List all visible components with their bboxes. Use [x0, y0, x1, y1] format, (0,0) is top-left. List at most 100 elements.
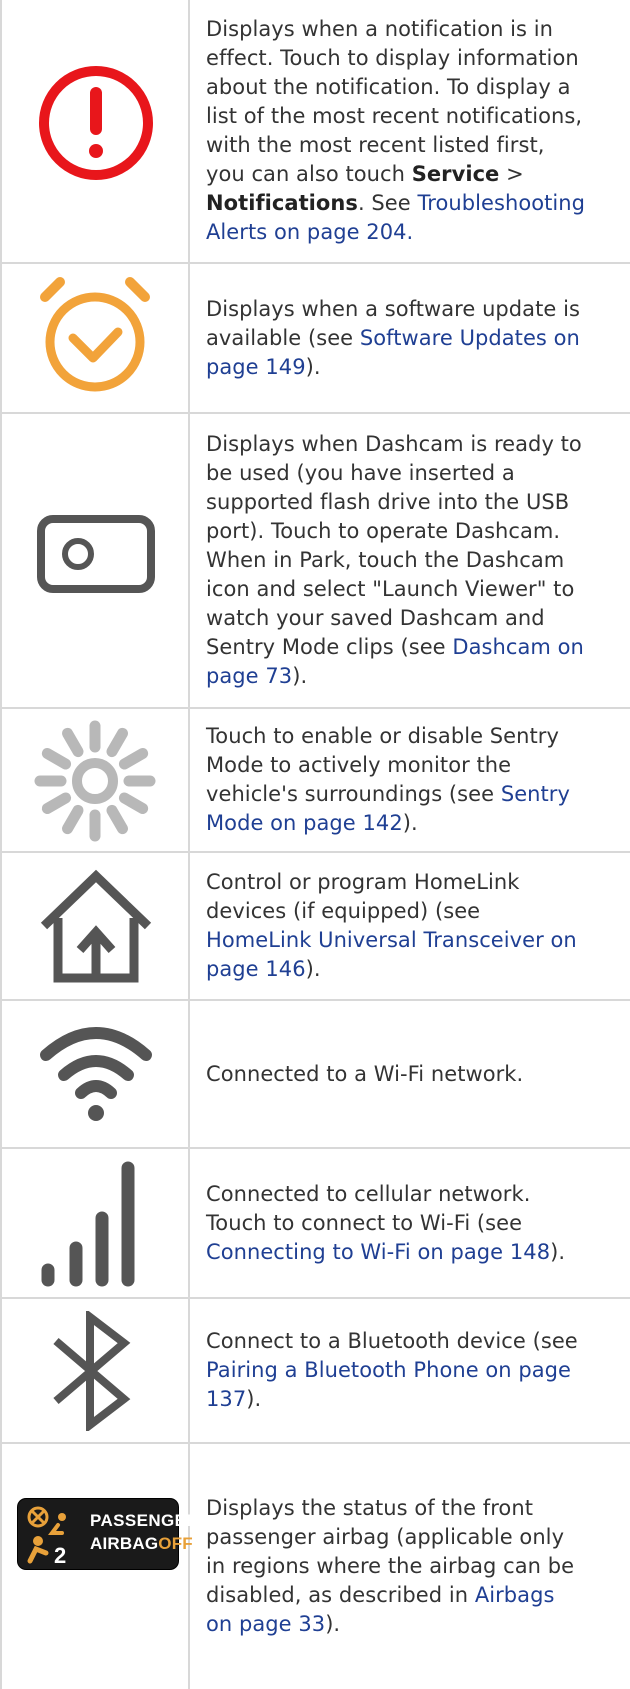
passenger-airbag-off-icon[interactable]: 2 PASSENGER AIRBAGOFF [18, 1499, 199, 1569]
description-line: icon and select "Launch Viewer" to [206, 575, 584, 604]
description-text: in regions where the airbag can be [206, 1554, 575, 1578]
description-line: Connected to cellular network. [206, 1180, 565, 1209]
description-text: list of the most recent notifications, [206, 104, 583, 128]
description-text: be used (you have inserted a [206, 461, 515, 485]
description-line: available (see Software Updates on [206, 324, 580, 353]
row-description: Displays when a software update is availa… [206, 295, 580, 382]
description-text: about the notification. To display a [206, 75, 571, 99]
description-line: passenger airbag (applicable only [206, 1523, 574, 1552]
wifi-icon[interactable] [36, 1017, 156, 1127]
description-text: Displays the status of the front [206, 1496, 533, 1520]
description-text: ). [292, 664, 308, 688]
description-line: Notifications. See Troubleshooting [206, 189, 585, 218]
table-row-software-update: Displays when a software update is availa… [0, 264, 630, 414]
sentry-mode-icon[interactable] [30, 716, 160, 846]
row-description: Displays when a notification is in effect… [206, 15, 585, 247]
cross-reference-link[interactable]: 137 [206, 1387, 246, 1411]
description-line: Mode to actively monitor the [206, 751, 570, 780]
description-text: When in Park, touch the Dashcam [206, 548, 565, 572]
bluetooth-icon[interactable] [46, 1311, 146, 1431]
table-row-passenger-airbag: 2 PASSENGER AIRBAGOFF Displays the statu… [0, 1444, 630, 1689]
cross-reference-link[interactable]: Dashcam on [452, 635, 584, 659]
table-row-dashcam: Displays when Dashcam is ready to be used… [0, 414, 630, 709]
cross-reference-link[interactable]: HomeLink Universal Transceiver on [206, 928, 577, 952]
row-description: Displays the status of the front passenge… [206, 1494, 574, 1639]
airbag-badge-off: OFF [158, 1534, 193, 1553]
cross-reference-link[interactable]: Connecting to Wi-Fi on page 148 [206, 1240, 550, 1264]
description-line: Sentry Mode clips (see Dashcam on [206, 633, 584, 662]
row-description: Displays when Dashcam is ready to be used… [206, 430, 584, 691]
description-line: Connected to a Wi-Fi network. [206, 1060, 523, 1089]
icon-description-table: Displays when a notification is in effect… [0, 0, 630, 1689]
dashcam-icon[interactable] [36, 514, 156, 594]
cross-reference-link[interactable]: on page 33 [206, 1612, 325, 1636]
icon-cell [0, 1299, 190, 1442]
cross-reference-link[interactable]: page 149 [206, 355, 306, 379]
description-line: Touch to connect to Wi-Fi (see [206, 1209, 565, 1238]
cross-reference-link[interactable]: Troubleshooting [417, 191, 585, 215]
description-line: vehicle's surroundings (see Sentry [206, 780, 570, 809]
cross-reference-link[interactable]: Alerts on page 204. [206, 220, 413, 244]
description-line: effect. Touch to display information [206, 44, 585, 73]
cross-reference-link[interactable]: Mode on page 142 [206, 811, 403, 835]
description-text: with the most recent listed first, [206, 133, 545, 157]
description-text: Connected to a Wi-Fi network. [206, 1061, 524, 1086]
icon-cell: 2 PASSENGER AIRBAGOFF [0, 1444, 199, 1689]
description-line: you can also touch Service > [206, 160, 585, 189]
description-text: ). [246, 1387, 262, 1411]
row-description: Connected to cellular network. Touch to c… [206, 1180, 565, 1267]
cellular-signal-icon[interactable] [38, 1158, 158, 1288]
description-line: page 73). [206, 662, 584, 691]
table-row-sentry-mode: Touch to enable or disable Sentry Mode to… [0, 709, 630, 853]
description-text: available (see [206, 325, 360, 350]
description-line: page 149). [206, 353, 580, 382]
airbag-badge-line2: AIRBAGOFF [90, 1534, 193, 1554]
description-text: passenger airbag (applicable only [206, 1525, 565, 1549]
icon-cell [0, 414, 190, 707]
description-text: Mode to actively monitor the [206, 753, 512, 777]
description-line: about the notification. To display a [206, 73, 585, 102]
homelink-icon[interactable] [36, 866, 156, 986]
description-line: page 146). [206, 955, 577, 984]
description-line: Displays when a notification is in [206, 15, 585, 44]
cross-reference-link[interactable]: page 146 [206, 957, 306, 981]
description-text: ). [305, 957, 321, 981]
description-line: list of the most recent notifications, [206, 102, 585, 131]
alarm-clock-icon[interactable] [40, 264, 150, 394]
airbag-seat-icon: 2 [27, 1506, 66, 1567]
cross-reference-link[interactable]: page 73 [206, 664, 292, 688]
alert-circle-icon[interactable] [36, 63, 156, 183]
description-line: devices (if equipped) (see [206, 897, 577, 926]
cross-reference-link[interactable]: Airbags [475, 1583, 555, 1607]
row-description: Touch to enable or disable Sentry Mode to… [206, 722, 570, 838]
cross-reference-link[interactable]: Sentry [501, 782, 570, 806]
description-text: ). [550, 1239, 566, 1264]
description-line: Alerts on page 204. [206, 218, 585, 247]
description-text: port). Touch to operate Dashcam. [206, 519, 561, 543]
table-row-notification: Displays when a notification is in effect… [0, 0, 630, 264]
description-line: with the most recent listed first, [206, 131, 585, 160]
description-line: 137). [206, 1385, 578, 1414]
cross-reference-link[interactable]: Pairing a Bluetooth Phone on page [206, 1358, 571, 1382]
description-text: Touch to connect to Wi-Fi (see [206, 1210, 523, 1235]
description-text: vehicle's surroundings (see [206, 782, 501, 806]
cross-reference-link[interactable]: Software Updates on [360, 326, 580, 350]
description-line: Displays the status of the front [206, 1494, 574, 1523]
description-line: be used (you have inserted a [206, 459, 584, 488]
description-text: icon and select "Launch Viewer" to [206, 577, 575, 601]
description-text: > [499, 162, 524, 186]
description-text: Connect to a Bluetooth device (see [206, 1329, 578, 1353]
description-text: Connected to cellular network. [206, 1181, 531, 1206]
description-line: watch your saved Dashcam and [206, 604, 584, 633]
icon-cell [0, 1149, 190, 1297]
row-description: Connect to a Bluetooth device (see Pairin… [206, 1327, 578, 1414]
airbag-seat-number: 2 [54, 1543, 66, 1567]
table-row-bluetooth: Connect to a Bluetooth device (see Pairin… [0, 1299, 630, 1444]
description-text: ). [325, 1612, 341, 1636]
description-text: supported flash drive into the USB [206, 490, 570, 514]
description-text: disabled, as described in [206, 1583, 475, 1607]
ui-term: Notifications [206, 191, 358, 215]
table-row-wifi: Connected to a Wi-Fi network. [0, 1001, 630, 1149]
row-description: Connected to a Wi-Fi network. [206, 1060, 523, 1089]
description-text: Control or program HomeLink [206, 870, 520, 894]
